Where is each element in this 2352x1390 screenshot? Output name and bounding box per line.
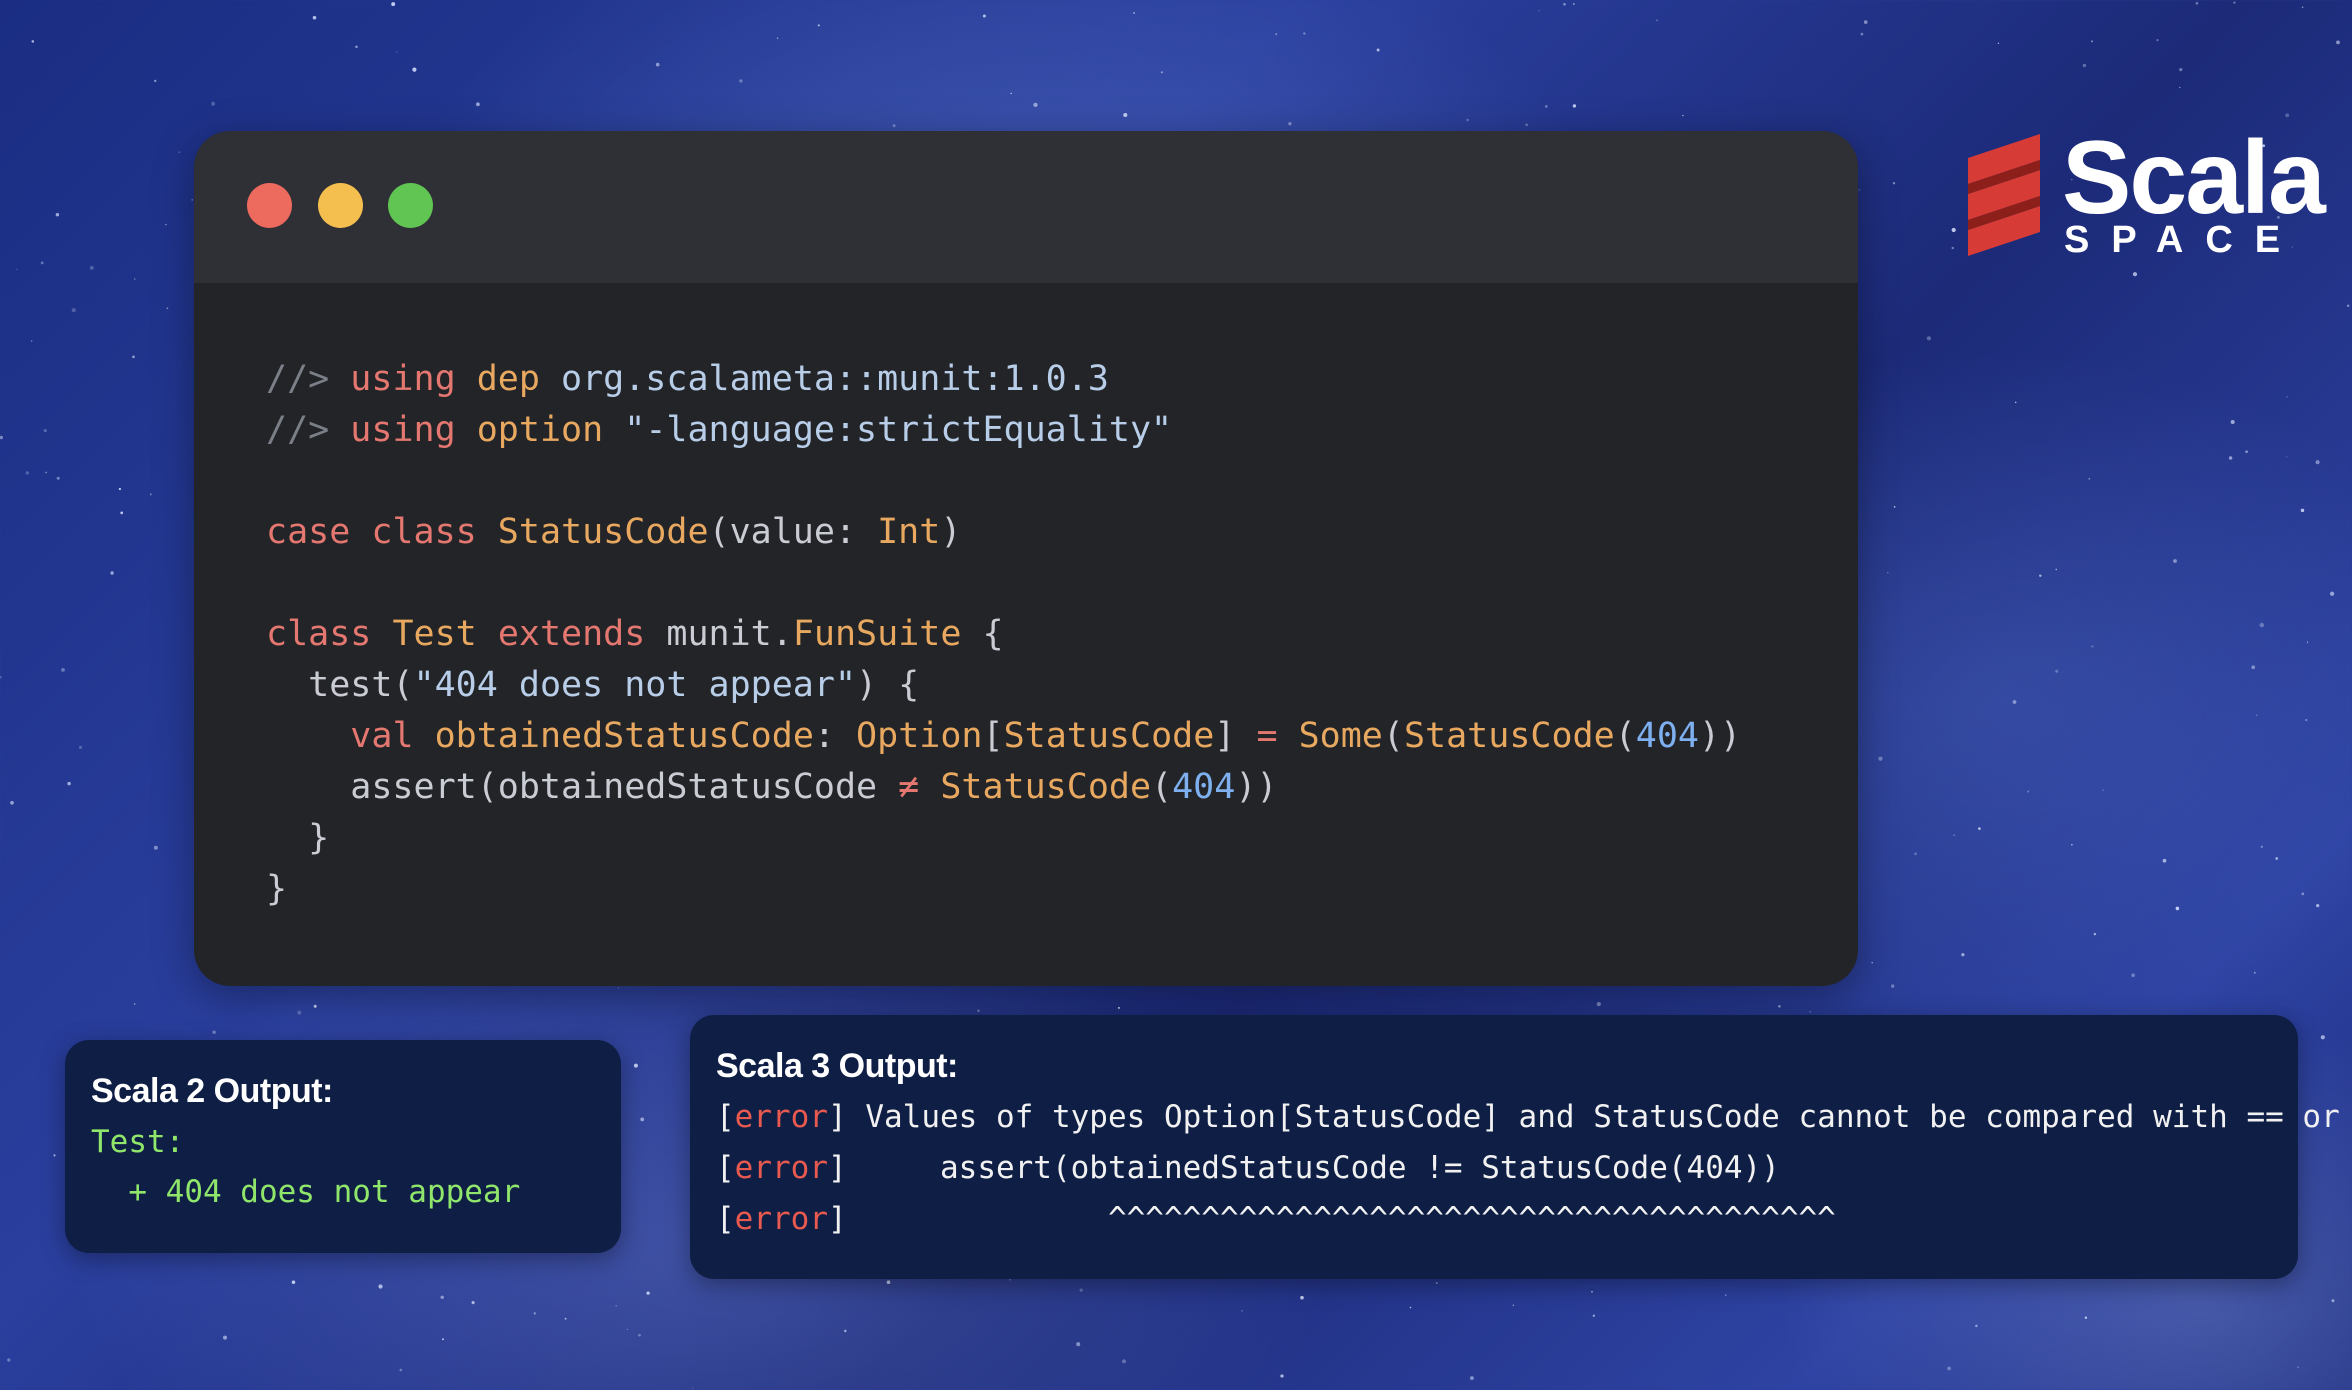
logo-subtitle: SPACE: [2064, 219, 2303, 261]
code-token: }: [266, 818, 330, 858]
scala-space-logo: Scala SPACE: [1960, 120, 2326, 266]
code-token: //>: [266, 359, 351, 399]
code-token: [: [982, 716, 1004, 756]
code-token: test(: [266, 665, 414, 705]
code-token: )): [1235, 767, 1278, 807]
zoom-window-button[interactable]: [388, 183, 433, 228]
code-token: :: [813, 716, 857, 756]
scala2-output-panel: Scala 2 Output: Test: + 404 does not app…: [65, 1040, 621, 1253]
code-token: ≠: [898, 767, 920, 807]
code-token: StatusCode: [1003, 716, 1215, 756]
code-token: FunSuite: [792, 614, 962, 654]
code-token: (: [1382, 716, 1404, 756]
scala3-error-line: [error] Values of types Option[StatusCod…: [716, 1099, 2352, 1135]
code-token: using: [350, 410, 456, 450]
code-token: StatusCode: [497, 512, 709, 552]
code-token: obtainedStatusCode: [434, 716, 814, 756]
code-token: StatusCode: [1403, 716, 1615, 756]
scala3-output-title: Scala 3 Output:: [716, 1047, 958, 1085]
code-token: ): [940, 512, 962, 552]
code-token: 404: [1635, 716, 1699, 756]
code-token: Int: [877, 512, 941, 552]
code-editor-window: //> using dep org.scalameta::munit:1.0.3…: [194, 131, 1858, 986]
code-token: }: [266, 869, 288, 909]
code-line: class Test extends munit.FunSuite {: [266, 609, 1741, 660]
scala2-output-line: Test:: [91, 1124, 185, 1160]
code-token: (: [1151, 767, 1173, 807]
code-line: test("404 does not appear") {: [266, 660, 1741, 711]
code-line: //> using option "-language:strictEquali…: [266, 405, 1741, 456]
code-line: }: [266, 813, 1741, 864]
scala3-error-line: [error] assert(obtainedStatusCode != Sta…: [716, 1150, 1780, 1186]
code-token: dep: [476, 359, 540, 399]
code-token: option: [476, 410, 604, 450]
code-token: class: [266, 614, 393, 654]
error-message: Values of types Option[StatusCode] and S…: [846, 1099, 2352, 1135]
code-line: assert(obtainedStatusCode ≠ StatusCode(4…: [266, 762, 1741, 813]
code-token: munit.: [645, 614, 793, 654]
error-message: assert(obtainedStatusCode != StatusCode(…: [846, 1150, 1780, 1186]
code-line: //> using dep org.scalameta::munit:1.0.3: [266, 354, 1741, 405]
code-block: //> using dep org.scalameta::munit:1.0.3…: [266, 354, 1741, 915]
error-tag: error: [734, 1150, 828, 1186]
code-line: val obtainedStatusCode: Option[StatusCod…: [266, 711, 1741, 762]
code-token: {: [961, 614, 1004, 654]
error-tag: error: [734, 1201, 828, 1237]
code-line: case class StatusCode(value: Int): [266, 507, 1741, 558]
code-token: =: [1256, 716, 1278, 756]
scala2-output-title: Scala 2 Output:: [91, 1072, 333, 1110]
code-token: (value:: [708, 512, 878, 552]
scala3-output-panel: Scala 3 Output: [error] Values of types …: [690, 1015, 2340, 1279]
code-token: assert(obtainedStatusCode: [266, 767, 899, 807]
code-token: "404 does not appear": [413, 665, 857, 705]
code-token: StatusCode: [940, 767, 1152, 807]
code-token: Some: [1298, 716, 1383, 756]
scala-logo-icon: [1968, 134, 2040, 256]
code-token: ) {: [856, 665, 920, 705]
code-token: ]: [1214, 716, 1257, 756]
code-token: Option: [856, 716, 983, 756]
code-token: using: [350, 359, 456, 399]
scala2-output-line: + 404 does not appear: [91, 1174, 521, 1210]
code-token: extends: [497, 614, 646, 654]
error-tag: error: [734, 1099, 828, 1135]
window-titlebar: [194, 131, 1858, 283]
code-token: "-language:strictEquality": [603, 410, 1173, 450]
code-line: }: [266, 864, 1741, 915]
minimize-window-button[interactable]: [318, 183, 363, 228]
code-token: (: [1614, 716, 1636, 756]
code-token: Test: [392, 614, 477, 654]
code-token: //>: [266, 410, 351, 450]
error-caret: ^^^^^^^^^^^^^^^^^^^^^^^^^^^^^^^^^^^^^^^: [846, 1201, 1836, 1237]
code-token: val: [350, 716, 414, 756]
close-window-button[interactable]: [247, 183, 292, 228]
code-token: org.scalameta::munit:1.0.3: [539, 359, 1109, 399]
code-token: case class: [266, 512, 498, 552]
code-token: 404: [1172, 767, 1236, 807]
code-token: )): [1698, 716, 1742, 756]
scala3-error-line: [error] ^^^^^^^^^^^^^^^^^^^^^^^^^^^^^^^^…: [716, 1201, 1836, 1237]
